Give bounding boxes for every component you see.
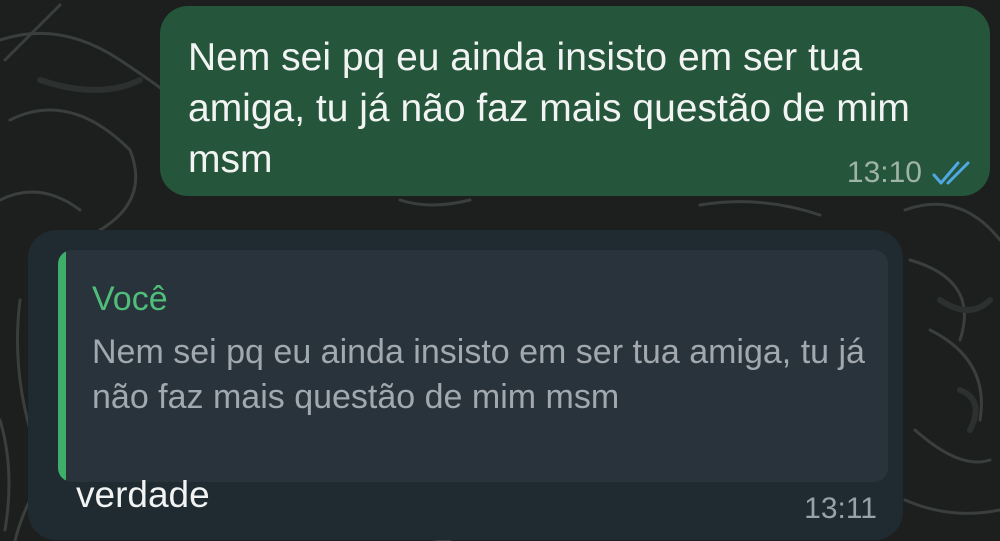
- incoming-message-meta: 13:11: [804, 492, 877, 526]
- quoted-message[interactable]: Você Nem sei pq eu ainda insisto em ser …: [58, 250, 888, 482]
- quote-text: Nem sei pq eu ainda insisto em ser tua a…: [92, 333, 865, 416]
- outgoing-message-bubble[interactable]: Nem sei pq eu ainda insisto em ser tua a…: [160, 6, 990, 196]
- double-check-icon: [932, 161, 970, 185]
- quote-author: Você: [92, 280, 168, 318]
- incoming-message-text: verdade: [76, 474, 210, 515]
- outgoing-message-time: 13:10: [846, 156, 922, 189]
- incoming-message-time: 13:11: [804, 492, 877, 525]
- incoming-message-bubble[interactable]: Você Nem sei pq eu ainda insisto em ser …: [28, 230, 903, 540]
- outgoing-message-meta: 13:10: [847, 156, 976, 190]
- quote-accent-bar: [58, 250, 66, 482]
